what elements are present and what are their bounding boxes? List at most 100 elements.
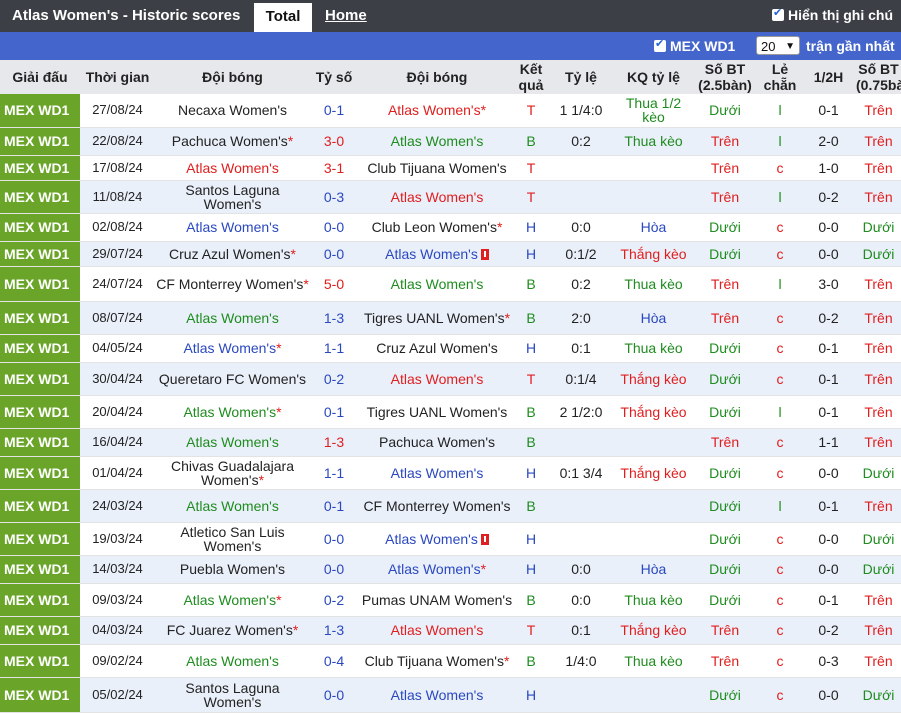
home-team-cell[interactable]: CF Monterrey Women's* — [155, 266, 310, 302]
home-team-cell-text[interactable]: Atletico San Luis Women's — [180, 524, 284, 554]
away-team-cell[interactable]: CF Monterrey Women's — [358, 489, 516, 523]
league-cell[interactable]: MEX WD1 — [0, 301, 80, 335]
league-cell[interactable]: MEX WD1 — [0, 127, 80, 156]
col-home-team-header[interactable]: Đội bóng — [155, 60, 310, 94]
home-team-cell[interactable]: Atlas Women's* — [155, 583, 310, 617]
away-team-cell-text[interactable]: Atlas Women's — [391, 276, 484, 292]
league-cell-text[interactable]: MEX WD1 — [4, 653, 69, 669]
away-team-cell[interactable]: Club Tijuana Women's* — [358, 644, 516, 678]
table-row[interactable]: MEX WD1 29/07/24 Cruz Azul Women's* 0-0 Atla… — [0, 241, 901, 267]
away-team-cell-text[interactable]: Atlas Women's — [391, 133, 484, 149]
table-row[interactable]: MEX WD1 01/04/24 Chivas Guadalajara Women'… — [0, 456, 901, 490]
home-team-cell-text[interactable]: Atlas Women's — [186, 653, 279, 669]
away-team-cell[interactable]: Atlas Women's — [358, 677, 516, 713]
league-cell[interactable]: MEX WD1 — [0, 456, 80, 490]
home-team-cell[interactable]: Cruz Azul Women's* — [155, 241, 310, 267]
away-team-cell[interactable]: Atlas Women's* — [358, 94, 516, 128]
score-cell[interactable]: 3-1 — [310, 155, 358, 181]
table-row[interactable]: MEX WD1 08/07/24 Atlas Women's 1-3 Tigres UA… — [0, 301, 901, 335]
score-cell[interactable]: 1-1 — [310, 334, 358, 363]
col-odds-result-header[interactable]: KQ tỷ lệ — [616, 60, 691, 94]
score-cell[interactable]: 0-2 — [310, 362, 358, 396]
home-team-cell[interactable]: Pachuca Women's* — [155, 127, 310, 156]
home-team-cell-text[interactable]: CF Monterrey Women's — [156, 276, 303, 292]
table-row[interactable]: MEX WD1 19/03/24 Atletico San Luis Women's… — [0, 522, 901, 556]
tab-home[interactable]: Home — [325, 7, 367, 24]
col-odds-header[interactable]: Tỷ lệ — [546, 60, 616, 94]
home-team-cell[interactable]: Puebla Women's — [155, 555, 310, 584]
score-cell[interactable]: 0-3 — [310, 180, 358, 214]
league-filter[interactable]: MEX WD1 — [654, 37, 735, 54]
home-team-cell-text[interactable]: Atlas Women's — [186, 310, 279, 326]
league-cell[interactable]: MEX WD1 — [0, 428, 80, 457]
score-cell[interactable]: 0-0 — [310, 522, 358, 556]
score-cell[interactable]: 0-4 — [310, 644, 358, 678]
score-cell-text[interactable]: 0-0 — [324, 219, 344, 235]
score-cell[interactable]: 1-3 — [310, 616, 358, 645]
away-team-cell[interactable]: Atlas Women's — [358, 616, 516, 645]
col-result-header[interactable]: Kết quả — [516, 60, 546, 94]
home-team-cell[interactable]: Atlas Women's — [155, 428, 310, 457]
league-cell[interactable]: MEX WD1 — [0, 555, 80, 584]
score-cell[interactable]: 5-0 — [310, 266, 358, 302]
score-cell-text[interactable]: 1-3 — [324, 310, 344, 326]
league-cell-text[interactable]: MEX WD1 — [4, 189, 69, 205]
away-team-cell-text[interactable]: Pachuca Women's — [379, 434, 495, 450]
score-cell-text[interactable]: 0-0 — [324, 561, 344, 577]
match-count-select[interactable]: 20 ▼ — [756, 36, 800, 55]
home-team-cell[interactable]: Necaxa Women's — [155, 94, 310, 128]
league-cell[interactable]: MEX WD1 — [0, 677, 80, 713]
checkbox-icon[interactable] — [772, 6, 784, 21]
table-row[interactable]: MEX WD1 04/03/24 FC Juarez Women's* 1-3 Atla… — [0, 616, 901, 645]
table-row[interactable]: MEX WD1 24/03/24 Atlas Women's 0-1 CF Monter… — [0, 489, 901, 523]
home-team-cell-text[interactable]: Santos Laguna Women's — [185, 680, 279, 710]
col-score-header[interactable]: Tỷ số — [310, 60, 358, 94]
score-cell-text[interactable]: 1-1 — [324, 465, 344, 481]
score-cell-text[interactable]: 0-1 — [324, 498, 344, 514]
col-away-team-header[interactable]: Đội bóng — [358, 60, 516, 94]
away-team-cell-text[interactable]: Atlas Women's — [391, 687, 484, 703]
home-team-cell-text[interactable]: Atlas Women's — [186, 160, 279, 176]
home-team-cell-text[interactable]: Atlas Women's — [186, 219, 279, 235]
col-odd-even-header[interactable]: Lẻ chẵn — [759, 60, 801, 94]
away-team-cell-text[interactable]: Atlas Women's — [385, 246, 478, 262]
table-row[interactable]: MEX WD1 16/04/24 Atlas Women's 1-3 Pachuca W… — [0, 428, 901, 457]
home-team-cell-text[interactable]: Cruz Azul Women's — [169, 246, 290, 262]
home-team-cell[interactable]: Atlas Women's* — [155, 395, 310, 429]
score-cell-text[interactable]: 0-2 — [324, 592, 344, 608]
home-team-cell[interactable]: Chivas Guadalajara Women's* — [155, 456, 310, 490]
away-team-cell-text[interactable]: CF Monterrey Women's — [363, 498, 510, 514]
league-cell[interactable]: MEX WD1 — [0, 583, 80, 617]
league-cell-text[interactable]: MEX WD1 — [4, 310, 69, 326]
league-cell-text[interactable]: MEX WD1 — [4, 371, 69, 387]
table-row[interactable]: MEX WD1 17/08/24 Atlas Women's 3-1 Club Tiju… — [0, 155, 901, 181]
away-team-cell-text[interactable]: Atlas Women's — [388, 561, 481, 577]
home-team-cell-text[interactable]: Chivas Guadalajara Women's — [171, 458, 294, 488]
home-team-cell-text[interactable]: Santos Laguna Women's — [185, 182, 279, 212]
score-cell-text[interactable]: 0-2 — [324, 371, 344, 387]
away-team-cell-text[interactable]: Club Leon Women's — [372, 219, 497, 235]
table-row[interactable]: MEX WD1 05/02/24 Santos Laguna Women's 0-0 A… — [0, 677, 901, 713]
tab-total[interactable]: Total — [254, 3, 312, 32]
score-cell[interactable]: 0-0 — [310, 555, 358, 584]
away-team-cell[interactable]: Atlas Women's — [358, 127, 516, 156]
league-cell[interactable]: MEX WD1 — [0, 522, 80, 556]
score-cell[interactable]: 0-2 — [310, 583, 358, 617]
score-cell-text[interactable]: 0-1 — [324, 102, 344, 118]
league-cell-text[interactable]: MEX WD1 — [4, 622, 69, 638]
col-goals-075-header[interactable]: Số BT (0.75bàn) — [856, 60, 901, 94]
home-team-cell[interactable]: Atlas Women's — [155, 301, 310, 335]
away-team-cell-text[interactable]: Atlas Women's — [391, 371, 484, 387]
league-cell[interactable]: MEX WD1 — [0, 489, 80, 523]
league-cell-text[interactable]: MEX WD1 — [4, 531, 69, 547]
away-team-cell[interactable]: Atlas Women's — [358, 456, 516, 490]
home-team-cell-text[interactable]: Atlas Women's — [183, 404, 276, 420]
home-team-cell-text[interactable]: Pachuca Women's — [172, 133, 288, 149]
league-cell-text[interactable]: MEX WD1 — [4, 340, 69, 356]
league-cell[interactable]: MEX WD1 — [0, 180, 80, 214]
table-row[interactable]: MEX WD1 24/07/24 CF Monterrey Women's* 5-0 A… — [0, 266, 901, 302]
score-cell-text[interactable]: 1-3 — [324, 622, 344, 638]
home-team-cell[interactable]: Queretaro FC Women's — [155, 362, 310, 396]
score-cell-text[interactable]: 0-3 — [324, 189, 344, 205]
table-row[interactable]: MEX WD1 11/08/24 Santos Laguna Women's 0-3 A… — [0, 180, 901, 214]
